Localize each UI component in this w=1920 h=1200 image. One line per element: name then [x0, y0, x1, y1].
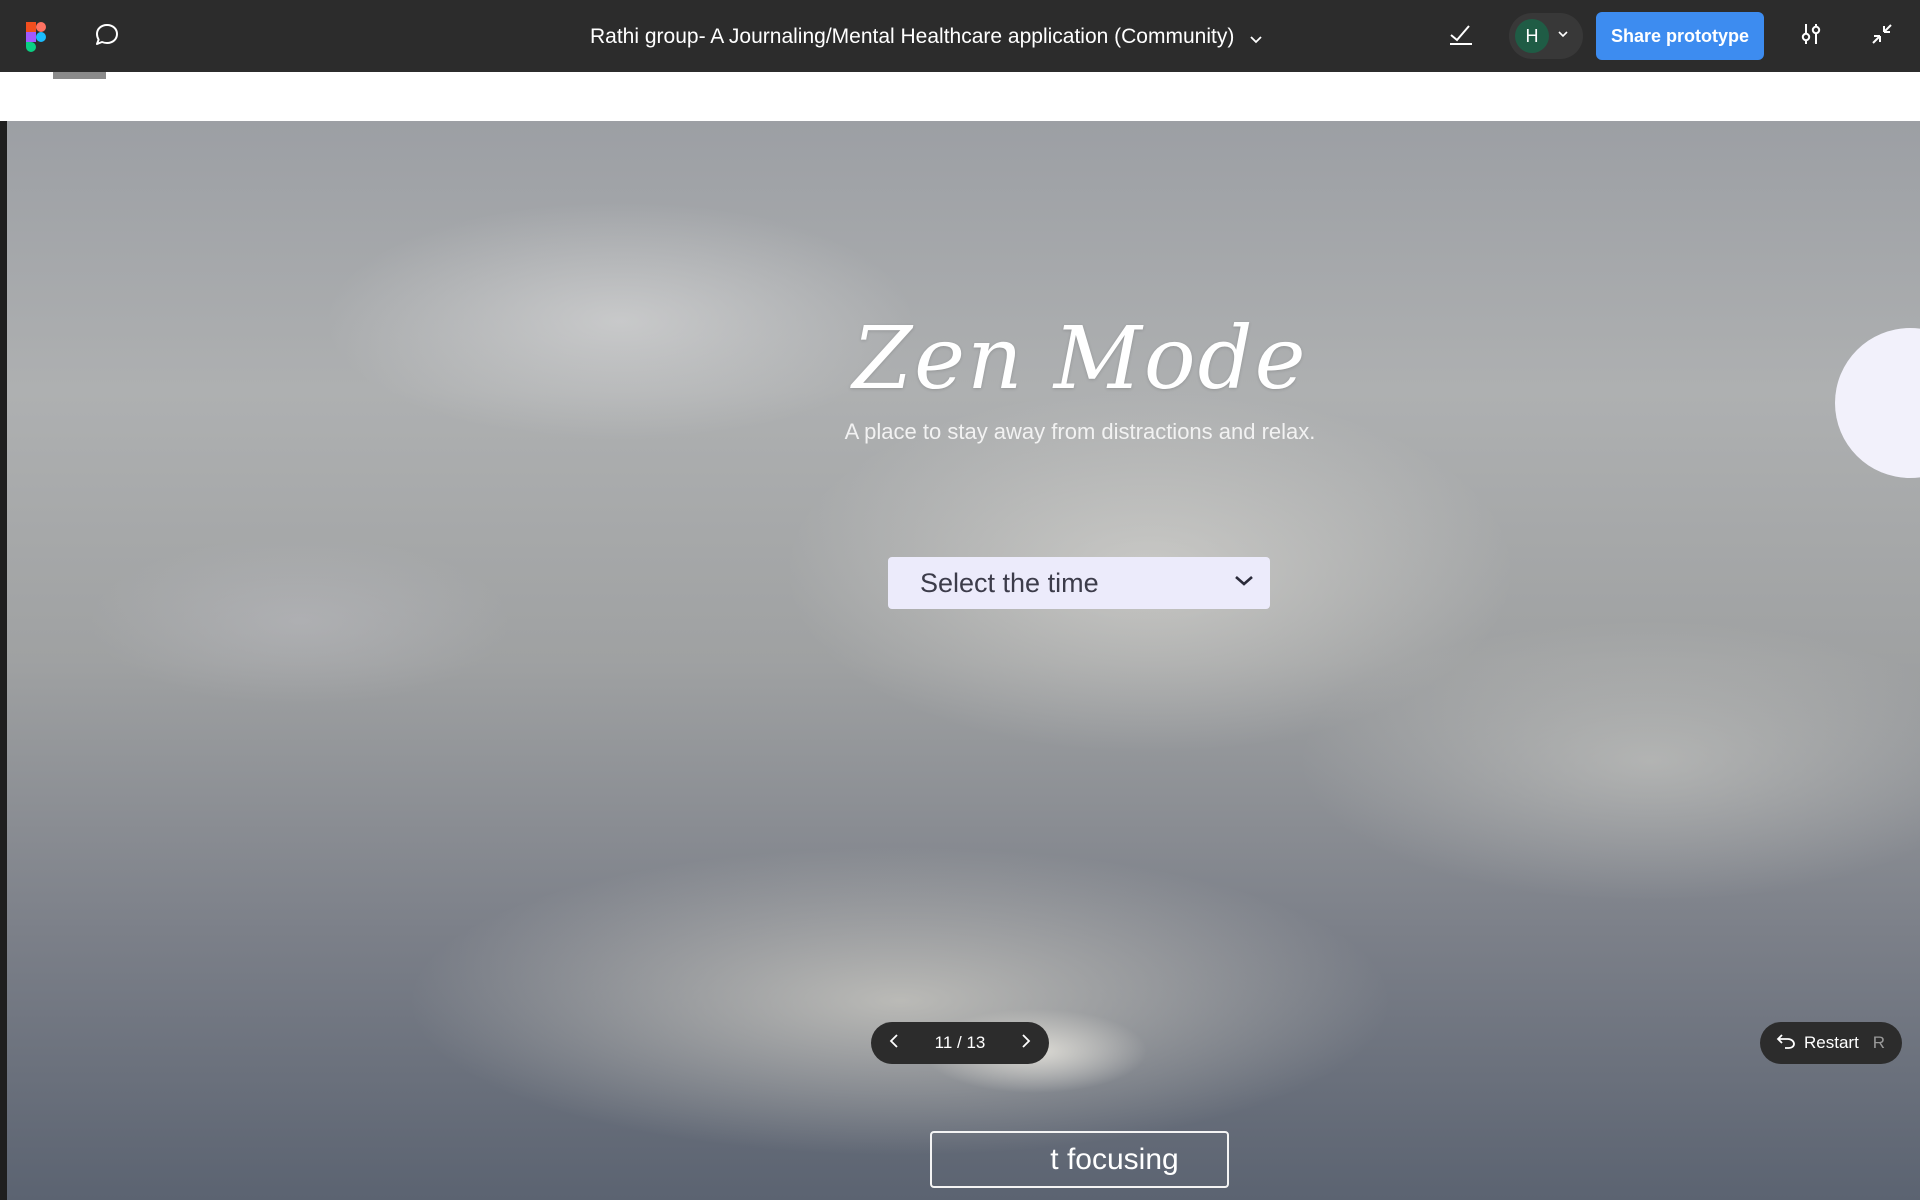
frame-counter: 11 / 13 — [934, 1033, 986, 1052]
start-focusing-button[interactable]: t focusing — [930, 1131, 1229, 1188]
frame-pager: 11 / 13 — [871, 1022, 1049, 1064]
chevron-down-icon — [1557, 27, 1569, 45]
frame-border — [0, 121, 7, 1200]
checkmark-button[interactable] — [1445, 20, 1477, 52]
page-subtitle: A place to stay away from distractions a… — [844, 419, 1316, 444]
checkmark-icon — [1448, 21, 1474, 52]
chevron-down-icon — [1232, 569, 1256, 598]
page-title: Zen Mode — [852, 309, 1308, 409]
file-title-menu[interactable]: Rathi group- A Journaling/Mental Healthc… — [590, 22, 1264, 52]
top-toolbar: Rathi group- A Journaling/Mental Healthc… — [0, 0, 1920, 72]
moon-circle — [1835, 328, 1920, 478]
previous-frame-button[interactable] — [879, 1027, 911, 1059]
figma-logo-icon[interactable] — [24, 22, 48, 52]
restart-label: Restart — [1804, 1033, 1859, 1052]
chevron-right-icon — [1017, 1033, 1033, 1054]
sliders-icon — [1798, 21, 1824, 52]
comment-button[interactable] — [91, 22, 123, 52]
time-select-label: Select the time — [920, 567, 1099, 598]
focus-button-label: t focusing — [1050, 1142, 1179, 1176]
share-prototype-button[interactable]: Share prototype — [1596, 12, 1764, 60]
chevron-down-icon — [1248, 29, 1264, 45]
collapse-arrows-icon — [1870, 22, 1894, 51]
time-select-dropdown[interactable]: Select the time — [888, 557, 1270, 609]
frame-indicator — [53, 72, 106, 79]
undo-arrow-icon — [1776, 1031, 1796, 1056]
restart-shortcut: R — [1872, 1033, 1886, 1052]
settings-button[interactable] — [1795, 20, 1827, 52]
next-frame-button[interactable] — [1009, 1027, 1041, 1059]
canvas-strip — [0, 72, 1920, 121]
file-title: Rathi group- A Journaling/Mental Healthc… — [590, 25, 1235, 48]
user-menu[interactable]: H — [1509, 13, 1583, 59]
avatar: H — [1515, 19, 1549, 53]
chevron-left-icon — [887, 1033, 903, 1054]
collapse-button[interactable] — [1866, 20, 1898, 52]
comment-bubble-icon — [94, 22, 120, 53]
restart-button[interactable]: Restart R — [1760, 1022, 1902, 1064]
